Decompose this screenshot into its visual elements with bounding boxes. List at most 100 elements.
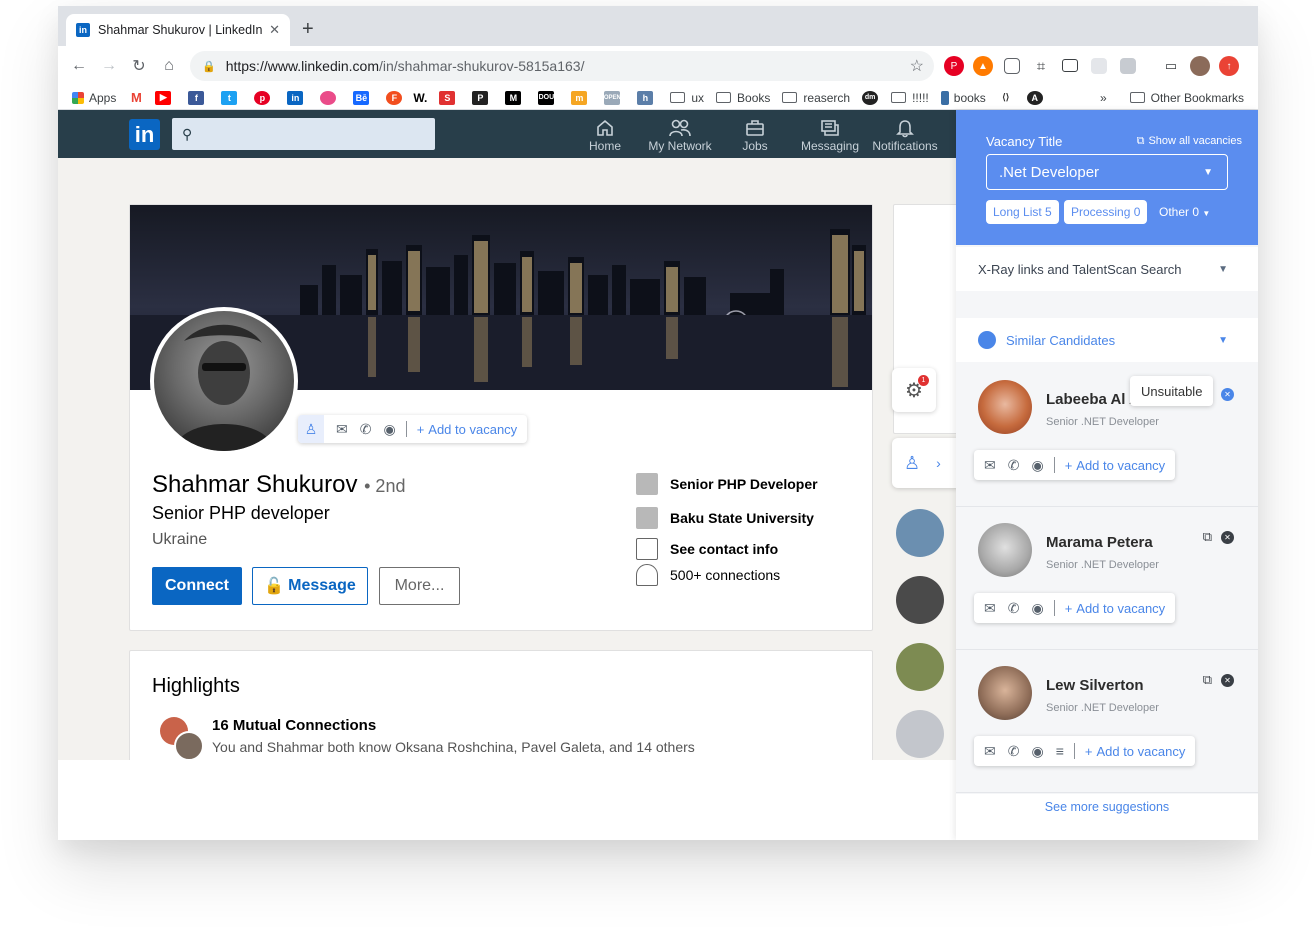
show-all-vacancies-link[interactable]: ⧉ Show all vacancies [1137, 135, 1242, 148]
processing-pill[interactable]: Processing 0 [1064, 200, 1148, 224]
bookmark-w[interactable]: W. [413, 91, 427, 105]
add-to-vacancy-button[interactable]: + Add to vacancy [417, 422, 517, 437]
dm-icon[interactable]: dm [862, 90, 879, 105]
add-to-vacancy-button[interactable]: + Add to vacancy [1085, 744, 1185, 759]
browser-tab[interactable]: in Shahmar Shukurov | LinkedIn ✕ [66, 14, 290, 46]
fire-extension-icon[interactable]: ▲ [973, 56, 993, 76]
bookmark-books[interactable]: books [940, 90, 986, 105]
phone-icon[interactable]: ✆ [1008, 743, 1020, 760]
a-icon[interactable]: A [1026, 90, 1043, 105]
recruiter-logo-icon[interactable]: ♙ [298, 415, 324, 443]
crop-extension-icon[interactable]: ⌗ [1031, 56, 1051, 76]
home-icon[interactable]: ⌂ [154, 57, 184, 75]
add-to-vacancy-button[interactable]: + Add to vacancy [1065, 601, 1165, 616]
profile-avatar[interactable] [1190, 56, 1210, 76]
new-tab-icon[interactable]: + [302, 18, 314, 41]
forward-icon[interactable]: → [94, 57, 124, 75]
mutual-connections-heading[interactable]: 16 Mutual Connections [212, 717, 376, 734]
open-profile-icon[interactable]: ⧉ [1203, 529, 1212, 545]
extension-toggle-button[interactable]: ♙ › [892, 438, 962, 488]
vacancy-select[interactable]: .Net Developer ▼ [986, 154, 1228, 190]
settings-gear-button[interactable]: ⚙ 1 [892, 368, 936, 412]
bookmark-ux[interactable]: ux [670, 91, 704, 105]
people-avatar[interactable] [896, 643, 944, 691]
cast-icon[interactable]: ▭ [1161, 56, 1181, 76]
other-bookmarks[interactable]: Other Bookmarks [1129, 91, 1244, 105]
gmail-icon[interactable]: M [128, 90, 145, 105]
back-icon[interactable]: ← [64, 57, 94, 75]
stack-overflow-icon[interactable]: ≡ [1056, 743, 1064, 759]
phone-icon[interactable]: ✆ [360, 421, 372, 438]
profile-photo[interactable] [150, 307, 298, 455]
email-icon[interactable]: ✉ [984, 743, 996, 760]
dismiss-icon[interactable]: ✕ [1221, 674, 1234, 687]
nav-my-network[interactable]: My Network [640, 118, 720, 153]
pinterest-icon[interactable]: p [254, 90, 271, 105]
people-avatar[interactable] [896, 576, 944, 624]
code-icon[interactable]: ⟨⟩ [997, 90, 1014, 105]
behance-icon[interactable]: Bē [353, 90, 370, 105]
email-icon[interactable]: ✉ [984, 600, 996, 617]
dou-icon[interactable]: DOU [538, 90, 555, 105]
github-icon[interactable]: ◉ [1031, 457, 1043, 474]
more-button[interactable]: More... [379, 567, 460, 605]
bookmark-apps[interactable]: Apps [72, 91, 116, 105]
email-icon[interactable]: ✉ [984, 457, 996, 474]
candidate-photo[interactable] [978, 523, 1032, 577]
contact-info-link[interactable]: See contact info [636, 538, 778, 560]
candidate-photo[interactable] [978, 380, 1032, 434]
h-icon[interactable]: h [637, 90, 654, 105]
connections-count[interactable]: 500+ connections [636, 564, 780, 586]
twitter-icon[interactable]: t [221, 90, 238, 105]
other-dropdown[interactable]: Other 0 ▼ [1159, 205, 1210, 219]
education[interactable]: Baku State University [636, 507, 814, 529]
linkedin-logo[interactable]: in [129, 119, 160, 150]
facebook-icon[interactable]: f [188, 90, 205, 105]
m-orange-icon[interactable]: m [571, 90, 588, 105]
nav-messaging[interactable]: Messaging [790, 118, 870, 153]
bookmark-books-folder[interactable]: Books [716, 91, 770, 105]
message-button[interactable]: 🔓 Message [252, 567, 368, 605]
nav-jobs[interactable]: Jobs [715, 118, 795, 153]
nav-notifications[interactable]: Notifications [865, 118, 945, 153]
f-icon[interactable]: F [386, 90, 403, 105]
nav-home[interactable]: Home [565, 118, 645, 153]
open-profile-icon[interactable]: ⧉ [1203, 672, 1212, 688]
reload-icon[interactable]: ↻ [124, 56, 154, 76]
people-avatar[interactable] [896, 509, 944, 557]
dismiss-icon[interactable]: ✕ [1221, 531, 1234, 544]
similar-candidates-accordion[interactable]: Similar Candidates ▼ [956, 318, 1258, 362]
open-icon[interactable]: OPEN [604, 90, 621, 105]
medium-icon[interactable]: M [505, 90, 522, 105]
email-icon[interactable]: ✉ [336, 421, 348, 438]
candidate-photo[interactable] [978, 666, 1032, 720]
github-icon[interactable]: ◉ [1031, 743, 1043, 760]
close-tab-icon[interactable]: ✕ [269, 22, 280, 38]
long-list-pill[interactable]: Long List 5 [986, 200, 1059, 224]
xray-accordion[interactable]: X-Ray links and TalentScan Search ▼ [956, 247, 1258, 291]
github-icon[interactable]: ◉ [383, 421, 395, 438]
unsuitable-close-icon[interactable]: ✕ [1221, 388, 1234, 401]
dribbble-icon[interactable] [320, 90, 337, 105]
phone-icon[interactable]: ✆ [1008, 600, 1020, 617]
phone-icon[interactable]: ✆ [1008, 457, 1020, 474]
placeholder-avatar-icon[interactable] [896, 710, 944, 758]
bookmark-star-icon[interactable]: ☆ [910, 56, 924, 76]
candidate-name[interactable]: Marama Petera [1046, 534, 1153, 551]
k-extension-icon[interactable] [1120, 58, 1136, 74]
pinterest-extension-icon[interactable]: P [944, 56, 964, 76]
search-input[interactable]: ⚲ [172, 118, 435, 150]
picture-in-picture-icon[interactable] [1062, 59, 1078, 72]
candidate-name[interactable]: Labeeba Al A [1046, 391, 1140, 408]
bookmark-exclaim[interactable]: !!!!! [891, 91, 929, 105]
address-bar[interactable]: 🔒 https://www.linkedin.com/in/shahmar-sh… [190, 51, 934, 81]
bookmark-reaserch[interactable]: reaserch [782, 91, 850, 105]
github-icon[interactable]: ◉ [1031, 600, 1043, 617]
add-to-vacancy-button[interactable]: + Add to vacancy [1065, 458, 1165, 473]
bookmarks-overflow-icon[interactable]: » [1100, 91, 1107, 105]
s-icon[interactable]: S [439, 90, 456, 105]
candidate-name[interactable]: Lew Silverton [1046, 677, 1144, 694]
update-extension-icon[interactable]: ↑ [1219, 56, 1239, 76]
linkedin-bookmark-icon[interactable]: in [287, 90, 304, 105]
see-more-suggestions-link[interactable]: See more suggestions [956, 800, 1258, 814]
